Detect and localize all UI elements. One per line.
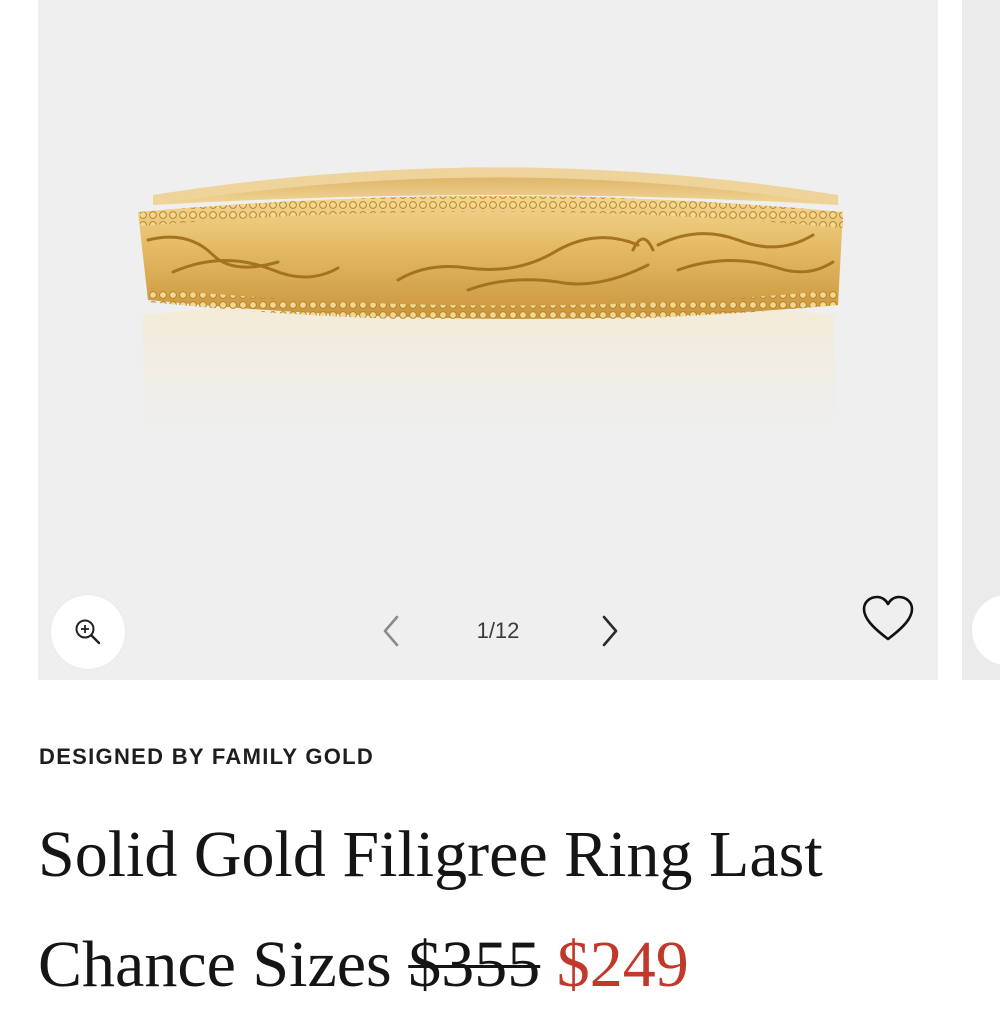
product-title-block: Solid Gold Filigree Ring Last Chance Siz… [38,800,988,1020]
next-gallery-card[interactable] [962,0,1000,680]
original-price: $355 [408,928,541,1001]
chevron-left-icon [383,615,399,647]
next-image-button[interactable] [595,611,625,651]
sale-price: $249 [556,928,689,1001]
chevron-right-icon [602,615,618,647]
heart-outline-icon [862,595,914,641]
previous-image-button[interactable] [376,611,406,651]
zoom-in-icon [75,619,101,645]
zoom-button[interactable] [51,595,125,669]
product-image [138,167,843,464]
product-gallery[interactable]: 1/12 [38,0,938,680]
designer-label[interactable]: DESIGNED BY FAMILY GOLD [39,744,374,770]
wishlist-button[interactable] [858,592,918,646]
image-counter: 1/12 [476,618,520,643]
next-card-zoom-button[interactable] [972,595,1000,665]
